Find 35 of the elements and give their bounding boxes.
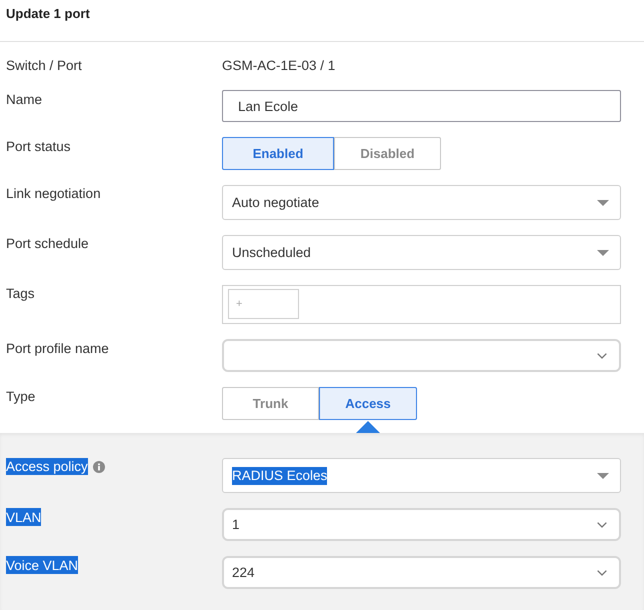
segment-option[interactable]: Access <box>319 387 417 420</box>
field-label: Tags <box>6 285 35 302</box>
field-label: Name <box>6 91 42 108</box>
select-value: Auto negotiate <box>232 194 320 212</box>
name-input[interactable]: Lan Ecole <box>222 90 621 122</box>
select-field[interactable]: RADIUS Ecoles <box>222 458 621 493</box>
dialog-title: Update 1 port <box>6 6 90 21</box>
select-value: 1 <box>232 516 240 534</box>
combobox-field[interactable]: 224 <box>222 556 621 589</box>
combobox-field[interactable]: 1 <box>222 508 621 541</box>
combobox-field[interactable] <box>222 339 621 372</box>
select-value: Unscheduled <box>232 244 311 262</box>
select-value: RADIUS Ecoles <box>232 466 328 484</box>
segment-option[interactable]: Disabled <box>334 137 441 170</box>
field-label: Voice VLAN <box>6 556 78 574</box>
chevron-down-icon <box>597 570 607 576</box>
caret-icon <box>597 472 609 478</box>
field-label: Switch / Port <box>6 57 82 74</box>
field-label: VLAN <box>6 508 42 526</box>
chevron-down-icon <box>597 522 607 528</box>
field-label: Link negotiation <box>6 185 101 202</box>
segment-option[interactable]: Trunk <box>222 387 319 420</box>
field-label: Type <box>6 388 36 405</box>
select-value: 224 <box>232 564 255 582</box>
caret-icon <box>597 250 609 256</box>
field-label: Port status <box>6 138 71 155</box>
field-label: Access policy <box>6 458 88 475</box>
select-field[interactable]: Auto negotiate <box>222 185 621 220</box>
field-value: GSM-AC-1E-03 / 1 <box>222 57 336 75</box>
field-label: Port profile name <box>6 340 109 357</box>
chevron-down-icon <box>597 352 607 358</box>
field-label: Port schedule <box>6 235 89 252</box>
caret-icon <box>597 200 609 206</box>
select-field[interactable]: Unscheduled <box>222 235 621 270</box>
segment-option[interactable]: Enabled <box>222 137 334 170</box>
